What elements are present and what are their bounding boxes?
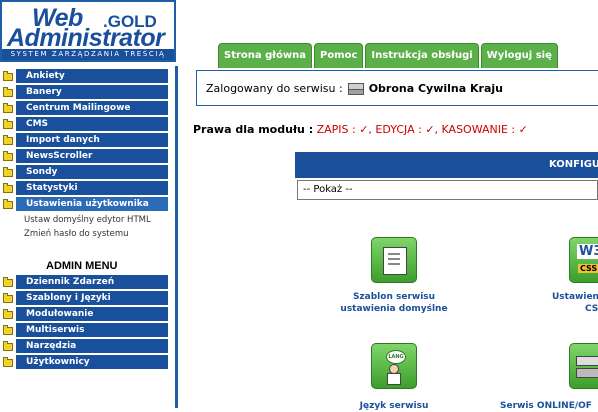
folder-icon bbox=[0, 275, 16, 289]
admin-menu: Dziennik Zdarzeń Szablony i Języki Moduł… bbox=[0, 275, 168, 371]
sidebar-item-newsscroller[interactable]: NewsScroller bbox=[0, 149, 168, 163]
folder-icon bbox=[0, 307, 16, 321]
config-select[interactable]: -- Pokaż -- bbox=[297, 180, 598, 200]
submenu: Ustaw domyślny edytor HTML Zmień hasło d… bbox=[24, 213, 168, 241]
folder-icon bbox=[0, 339, 16, 353]
language-icon[interactable]: LANG bbox=[371, 343, 417, 389]
service-name: Obrona Cywilna Kraju bbox=[368, 81, 503, 95]
permissions-values: ZAPIS : ✓, EDYCJA : ✓, KASOWANIE : ✓ bbox=[316, 123, 528, 136]
tile-template-label[interactable]: Szablon serwisu ustawienia domyślne bbox=[332, 291, 456, 315]
login-info: Zalogowany do serwisu : Obrona Cywilna K… bbox=[196, 70, 598, 106]
folder-icon bbox=[0, 133, 16, 147]
sidebar-item-label: Modułowanie bbox=[16, 307, 168, 321]
admin-menu-heading: ADMIN MENU bbox=[46, 260, 118, 272]
tile-css-line2: CS bbox=[585, 304, 598, 314]
sidebar-item-banery[interactable]: Banery bbox=[0, 85, 168, 99]
tile-online-label[interactable]: Serwis ONLINE/OF bbox=[500, 400, 598, 412]
logo-tagline: SYSTEM ZARZĄDZANIA TREŚCIĄ bbox=[2, 49, 174, 60]
folder-icon bbox=[0, 149, 16, 163]
folder-icon bbox=[0, 181, 16, 195]
folder-icon bbox=[0, 69, 16, 83]
folder-icon bbox=[0, 355, 16, 369]
sidebar-item-label: Banery bbox=[16, 85, 168, 99]
tile-css-line1: Ustawien bbox=[552, 292, 598, 302]
sidebar-item-label: Ustawienia użytkownika bbox=[16, 197, 168, 211]
sidebar-item-statystyki[interactable]: Statystyki bbox=[0, 181, 168, 195]
sidebar-item-users[interactable]: Użytkownicy bbox=[0, 355, 168, 369]
sidebar-item-label: Sondy bbox=[16, 165, 168, 179]
permissions-label: Prawa dla modułu : bbox=[193, 123, 314, 136]
sidebar-item-label: CMS bbox=[16, 117, 168, 131]
sidebar-item-import[interactable]: Import danych bbox=[0, 133, 168, 147]
sidebar-item-ankiety[interactable]: Ankiety bbox=[0, 69, 168, 83]
sidebar-item-cms[interactable]: CMS bbox=[0, 117, 168, 131]
folder-icon bbox=[0, 117, 16, 131]
folder-icon bbox=[0, 291, 16, 305]
sidebar-item-label: Centrum Mailingowe bbox=[16, 101, 168, 115]
sidebar-item-label: Import danych bbox=[16, 133, 168, 147]
folder-icon bbox=[0, 85, 16, 99]
folder-icon bbox=[0, 323, 16, 337]
submenu-item-change-password[interactable]: Zmień hasło do systemu bbox=[24, 227, 168, 241]
config-header: KONFIGU bbox=[295, 152, 598, 178]
sidebar-item-label: Ankiety bbox=[16, 69, 168, 83]
sidebar-item-label: Statystyki bbox=[16, 181, 168, 195]
sidebar-item-label: NewsScroller bbox=[16, 149, 168, 163]
sidebar-item-event-log[interactable]: Dziennik Zdarzeń bbox=[0, 275, 168, 289]
tile-template-line1: Szablon serwisu bbox=[352, 292, 436, 302]
sidebar-item-sondy[interactable]: Sondy bbox=[0, 165, 168, 179]
sidebar-item-user-settings[interactable]: Ustawienia użytkownika bbox=[0, 197, 168, 211]
tile-language-line1: Język serwisu bbox=[359, 401, 429, 411]
sidebar-item-label: Multiserwis bbox=[16, 323, 168, 337]
sidebar-item-mailing[interactable]: Centrum Mailingowe bbox=[0, 101, 168, 115]
folder-icon bbox=[0, 165, 16, 179]
tab-manual[interactable]: Instrukcja obsługi bbox=[365, 43, 479, 68]
sidebar-item-label: Narzędzia bbox=[16, 339, 168, 353]
folder-open-icon bbox=[0, 197, 16, 211]
sidebar-item-modules[interactable]: Modułowanie bbox=[0, 307, 168, 321]
tab-logout[interactable]: Wyloguj się bbox=[480, 43, 558, 68]
sidebar-item-tools[interactable]: Narzędzia bbox=[0, 339, 168, 353]
tile-online-line1: Serwis ONLINE/OF bbox=[500, 401, 592, 411]
sidebar-item-multiservice[interactable]: Multiserwis bbox=[0, 323, 168, 337]
sidebar-item-templates-languages[interactable]: Szablony i Języki bbox=[0, 291, 168, 305]
module-permissions: Prawa dla modułu : ZAPIS : ✓, EDYCJA : ✓… bbox=[193, 123, 528, 136]
sidebar-item-label: Szablony i Języki bbox=[16, 291, 168, 305]
w3c-css-icon[interactable]: W3 CSS bbox=[569, 237, 598, 283]
user-menu: Ankiety Banery Centrum Mailingowe CMS Im… bbox=[0, 69, 168, 247]
sidebar-item-label: Dziennik Zdarzeń bbox=[16, 275, 168, 289]
top-tabs: Strona główna Pomoc Instrukcja obsługi W… bbox=[218, 43, 558, 68]
tile-template-line2: ustawienia domyślne bbox=[340, 304, 448, 314]
template-icon[interactable] bbox=[371, 237, 417, 283]
submenu-item-html-editor[interactable]: Ustaw domyślny edytor HTML bbox=[24, 213, 168, 227]
server-online-icon[interactable] bbox=[569, 343, 598, 389]
tile-css-label[interactable]: Ustawien CS bbox=[552, 291, 598, 315]
server-icon bbox=[347, 81, 365, 95]
tile-language-label[interactable]: Język serwisu bbox=[332, 400, 456, 412]
tab-help[interactable]: Pomoc bbox=[313, 43, 364, 68]
login-prefix: Zalogowany do serwisu : bbox=[206, 81, 343, 95]
sidebar-item-label: Użytkownicy bbox=[16, 355, 168, 369]
logo[interactable]: Web .GOLD Administrator SYSTEM ZARZĄDZAN… bbox=[0, 0, 176, 62]
folder-icon bbox=[0, 101, 16, 115]
tab-home[interactable]: Strona główna bbox=[218, 43, 312, 68]
sidebar: Ankiety Banery Centrum Mailingowe CMS Im… bbox=[0, 66, 178, 408]
